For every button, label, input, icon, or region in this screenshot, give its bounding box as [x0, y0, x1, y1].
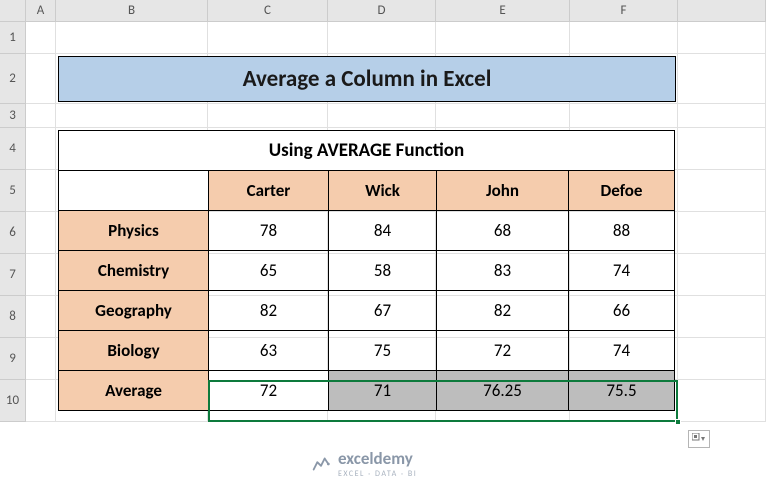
col-header-E[interactable]: E: [436, 0, 570, 22]
row-header-5[interactable]: 5: [0, 170, 26, 212]
cell[interactable]: [208, 22, 328, 54]
cell[interactable]: [678, 22, 766, 54]
row-header-9[interactable]: 9: [0, 338, 26, 380]
cell[interactable]: [208, 104, 328, 128]
cell[interactable]: [26, 22, 56, 54]
cell[interactable]: [26, 128, 56, 170]
cell[interactable]: [26, 338, 56, 380]
autofill-options-button[interactable]: [688, 430, 710, 448]
cell-value[interactable]: 84: [329, 211, 437, 251]
cell[interactable]: [678, 338, 766, 380]
data-table: Using AVERAGE Function Carter Wick John …: [58, 130, 675, 411]
logo-icon: [310, 453, 332, 475]
cell-value[interactable]: 58: [329, 251, 437, 291]
cell-value[interactable]: 82: [209, 291, 329, 331]
subject-geography: Geography: [59, 291, 209, 331]
cell-average[interactable]: 75.5: [569, 371, 675, 411]
col-header-A[interactable]: A: [26, 0, 56, 22]
cell-average[interactable]: 76.25: [437, 371, 569, 411]
cell-value[interactable]: 66: [569, 291, 675, 331]
cell[interactable]: [26, 104, 56, 128]
cell[interactable]: [678, 296, 766, 338]
cell[interactable]: [26, 170, 56, 212]
subject-physics: Physics: [59, 211, 209, 251]
cell-value[interactable]: 88: [569, 211, 675, 251]
cell[interactable]: [678, 128, 766, 170]
cell[interactable]: [26, 380, 56, 422]
header-john: John: [437, 171, 569, 211]
col-header-D[interactable]: D: [328, 0, 436, 22]
cell-value[interactable]: 74: [569, 251, 675, 291]
subject-biology: Biology: [59, 331, 209, 371]
cell[interactable]: [678, 104, 766, 128]
page-title: Average a Column in Excel: [58, 56, 676, 102]
cell[interactable]: [56, 22, 208, 54]
cell[interactable]: [570, 104, 678, 128]
cell-value[interactable]: 83: [437, 251, 569, 291]
row-header-2[interactable]: 2: [0, 54, 26, 104]
subject-chemistry: Chemistry: [59, 251, 209, 291]
row-header-3[interactable]: 3: [0, 104, 26, 128]
cell-value[interactable]: 72: [437, 331, 569, 371]
header-carter: Carter: [209, 171, 329, 211]
subject-average: Average: [59, 371, 209, 411]
cell-value[interactable]: 68: [437, 211, 569, 251]
cell-value[interactable]: 82: [437, 291, 569, 331]
fill-handle[interactable]: [675, 419, 681, 425]
row-header-7[interactable]: 7: [0, 254, 26, 296]
cell[interactable]: [678, 380, 766, 422]
cell[interactable]: [678, 212, 766, 254]
cell[interactable]: [26, 296, 56, 338]
brand-logo: exceldemy EXCEL · DATA · BI: [310, 448, 417, 479]
cell-value[interactable]: 78: [209, 211, 329, 251]
autofill-icon: [692, 433, 706, 445]
cell[interactable]: [678, 254, 766, 296]
cell-average[interactable]: 71: [329, 371, 437, 411]
cell[interactable]: [678, 54, 766, 104]
cell[interactable]: [26, 212, 56, 254]
cell-value[interactable]: 65: [209, 251, 329, 291]
cell[interactable]: [328, 22, 436, 54]
row-header-1[interactable]: 1: [0, 22, 26, 54]
cell[interactable]: [56, 104, 208, 128]
cell-value[interactable]: 63: [209, 331, 329, 371]
logo-text: exceldemy: [338, 448, 413, 469]
cell-value[interactable]: 74: [569, 331, 675, 371]
cell-value[interactable]: 67: [329, 291, 437, 331]
cell[interactable]: [26, 54, 56, 104]
header-defoe: Defoe: [569, 171, 675, 211]
cell-value[interactable]: 75: [329, 331, 437, 371]
header-wick: Wick: [329, 171, 437, 211]
col-header-B[interactable]: B: [56, 0, 208, 22]
cell[interactable]: [678, 170, 766, 212]
col-header-C[interactable]: C: [208, 0, 328, 22]
row-header-4[interactable]: 4: [0, 128, 26, 170]
row-header-10[interactable]: 10: [0, 380, 26, 422]
cell[interactable]: [436, 22, 570, 54]
cell[interactable]: [26, 254, 56, 296]
select-all-corner[interactable]: [0, 0, 26, 22]
col-header-F[interactable]: F: [570, 0, 678, 22]
logo-subtext: EXCEL · DATA · BI: [338, 469, 417, 479]
cell[interactable]: [570, 22, 678, 54]
cell[interactable]: [436, 104, 570, 128]
cell-average[interactable]: 72: [209, 371, 329, 411]
cell[interactable]: [328, 104, 436, 128]
col-header-G[interactable]: [678, 0, 766, 22]
header-blank: [59, 171, 209, 211]
row-header-6[interactable]: 6: [0, 212, 26, 254]
column-header-row: A B C D E F: [0, 0, 766, 22]
row-header-8[interactable]: 8: [0, 296, 26, 338]
table-subtitle: Using AVERAGE Function: [59, 131, 675, 171]
